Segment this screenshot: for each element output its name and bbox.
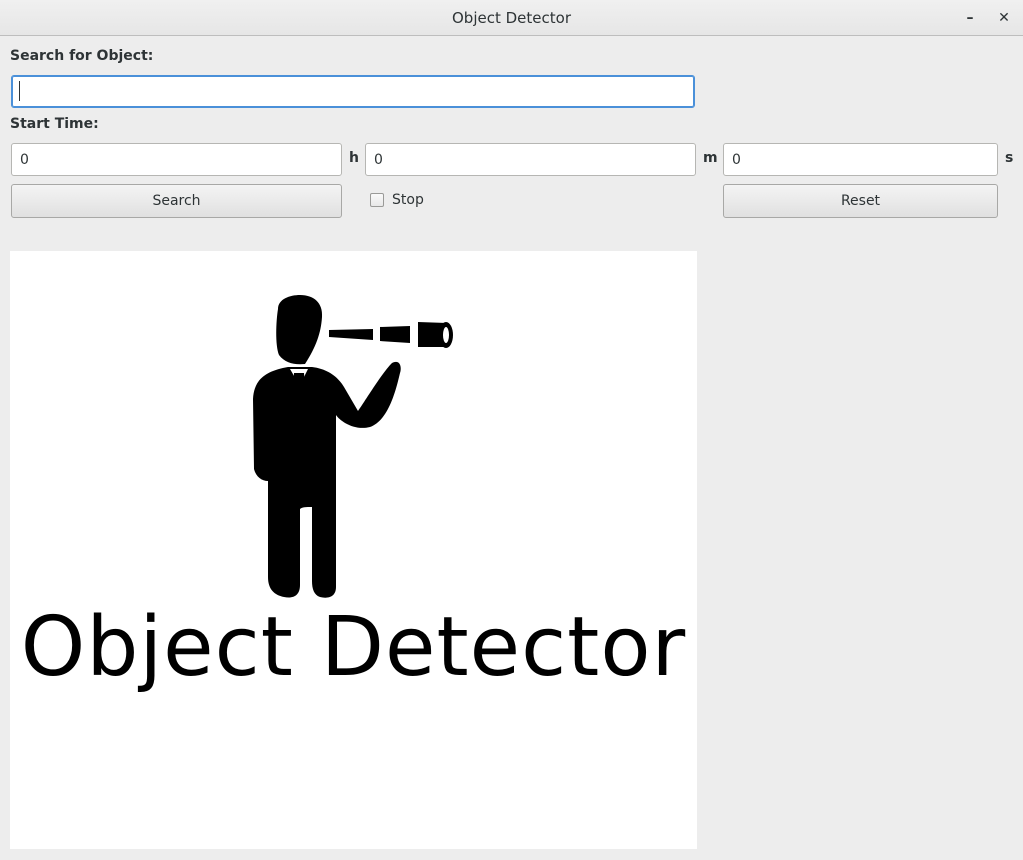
minutes-input[interactable] [365,143,696,176]
search-label: Search for Object: [10,48,154,64]
hours-unit-label: h [349,150,359,166]
search-input[interactable] [11,75,695,108]
stop-checkbox[interactable] [370,193,384,207]
logo-text: Object Detector [20,600,687,695]
seconds-input[interactable] [723,143,998,176]
close-icon[interactable]: ✕ [992,6,1016,30]
title-bar[interactable]: Object Detector – ✕ [0,0,1023,36]
logo-image [10,251,697,849]
seconds-unit-label: s [1005,150,1014,166]
search-button[interactable]: Search [11,184,342,218]
minutes-unit-label: m [703,150,718,166]
app-window: Object Detector – ✕ Search for Object: S… [0,0,1023,860]
text-cursor [19,81,20,101]
hours-input[interactable] [11,143,342,176]
window-title: Object Detector [452,9,571,27]
person-with-telescope-icon [253,295,453,598]
start-time-label: Start Time: [10,116,99,132]
stop-checkbox-label[interactable]: Stop [392,192,424,208]
reset-button[interactable]: Reset [723,184,998,218]
minimize-icon[interactable]: – [958,6,982,30]
